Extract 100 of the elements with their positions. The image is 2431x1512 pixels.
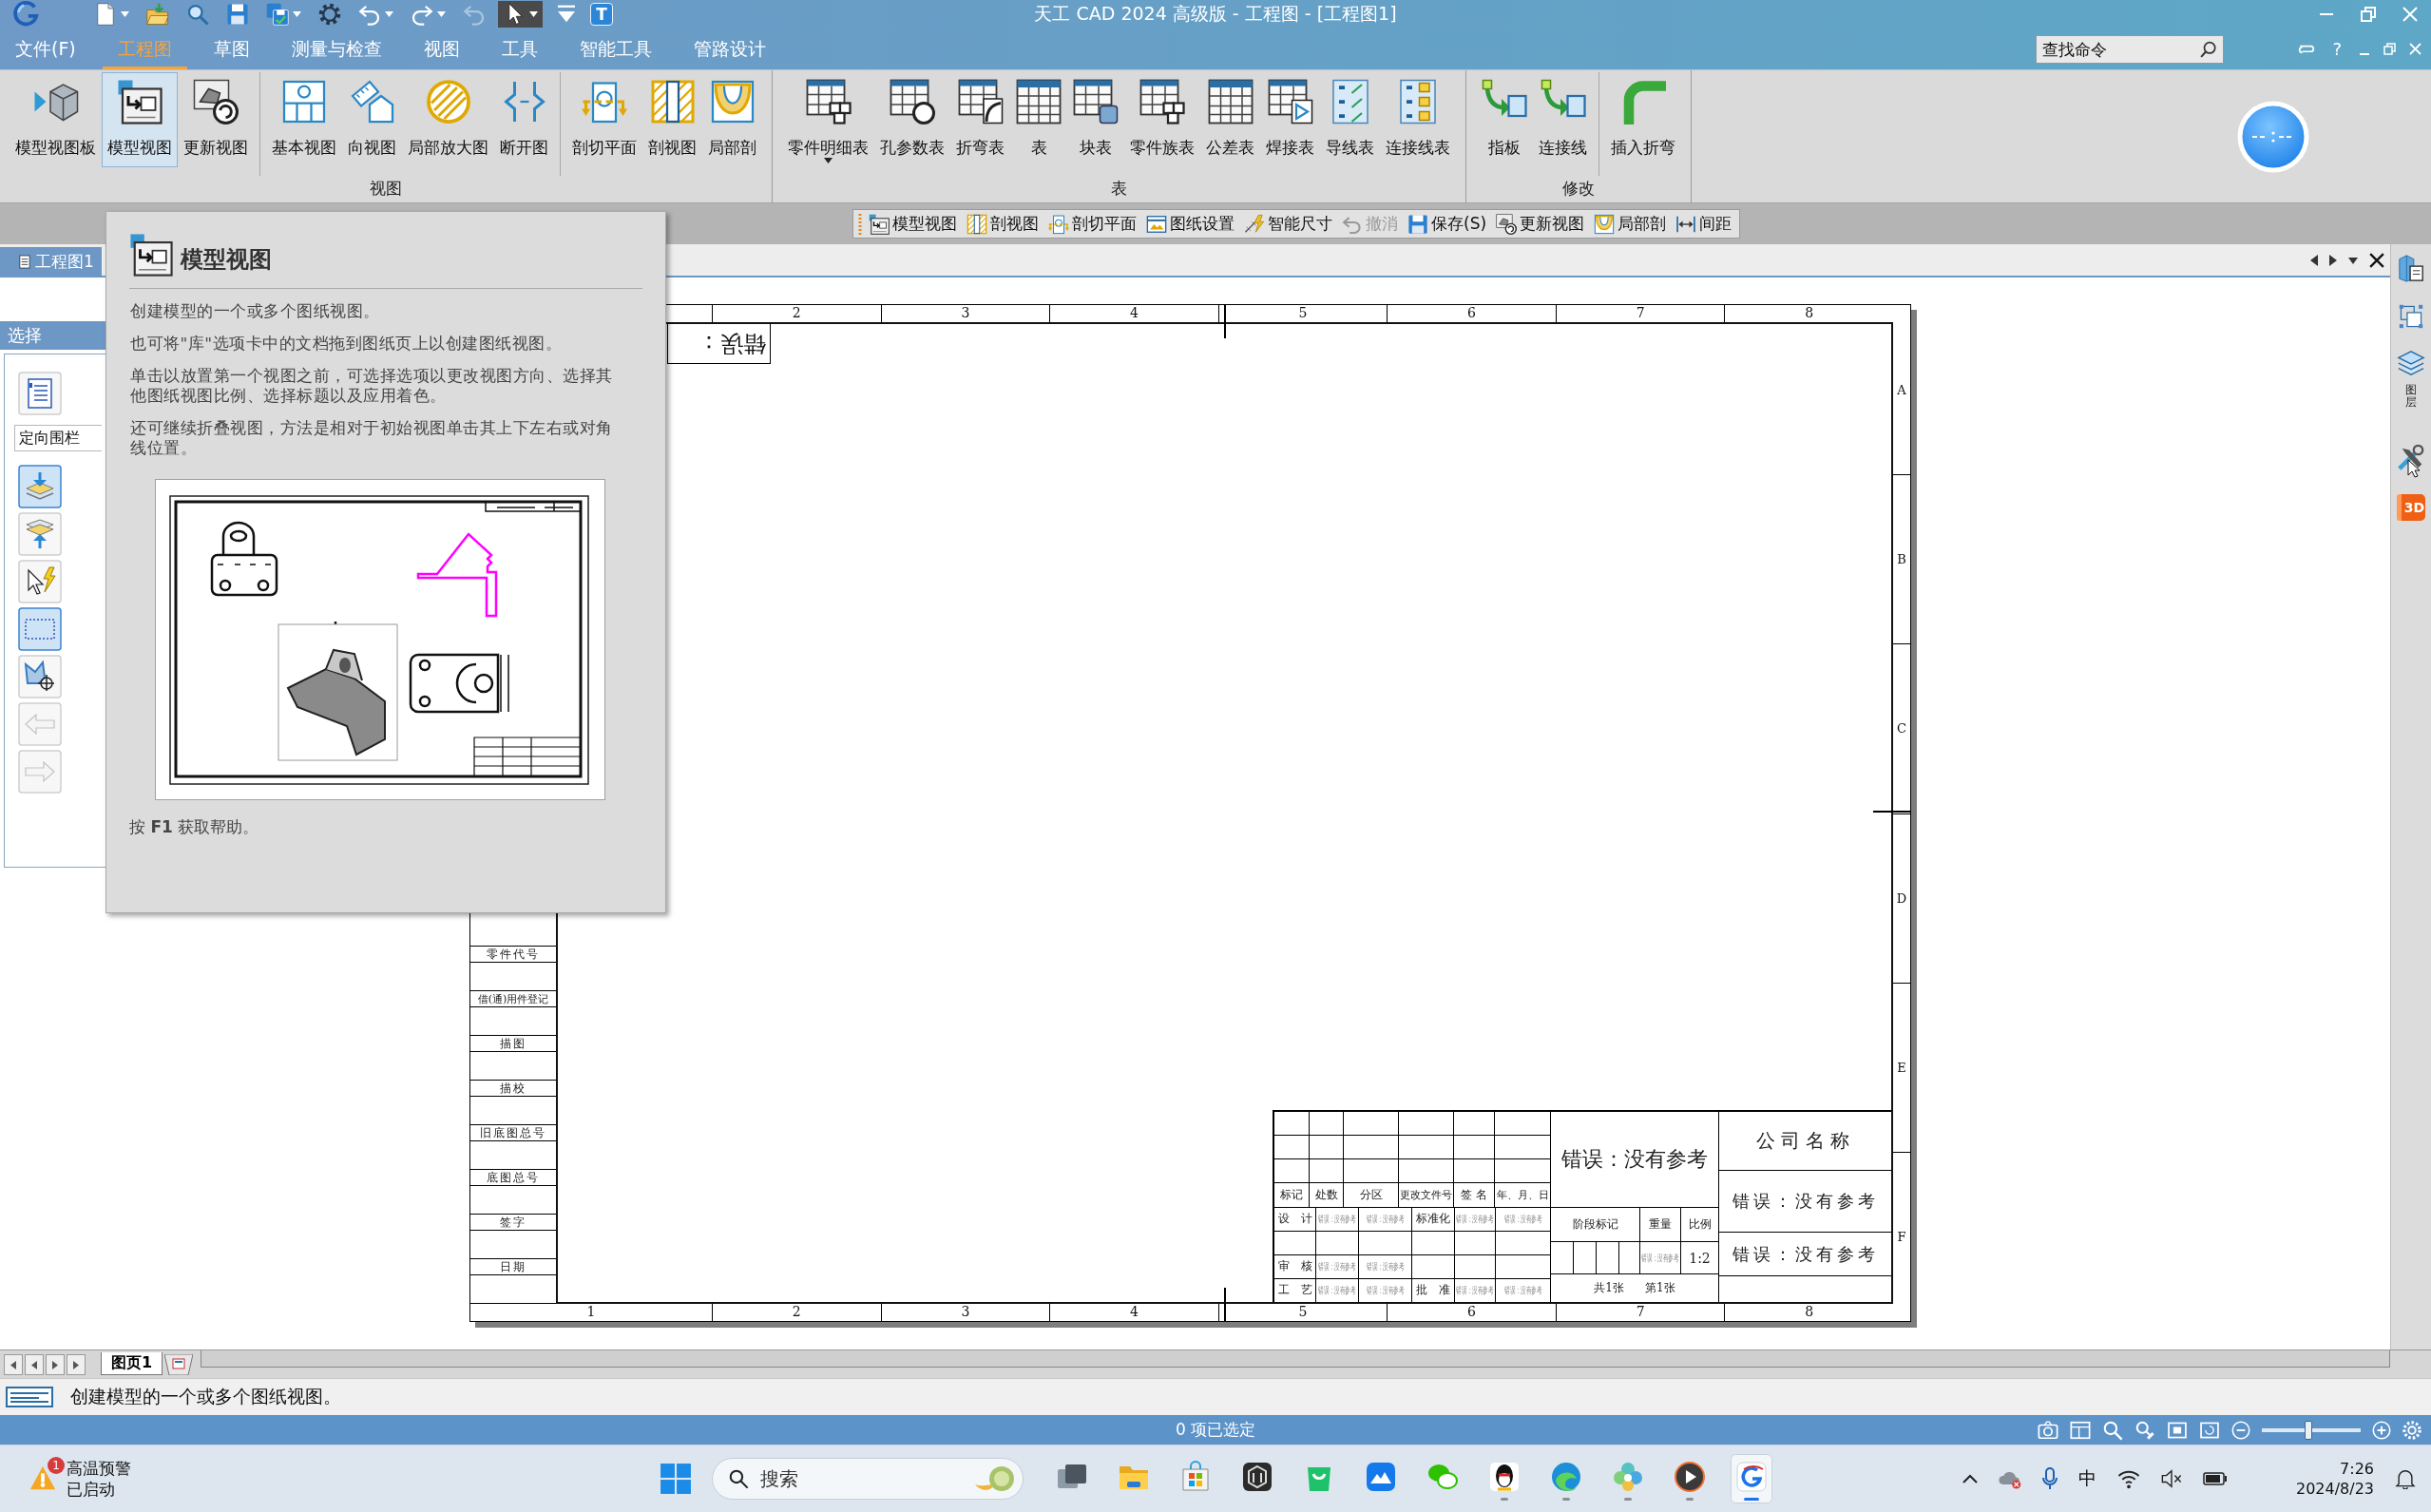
horizontal-scrollbar[interactable] bbox=[201, 1350, 2390, 1368]
navigation-disc-icon[interactable] bbox=[2237, 100, 2309, 173]
melon-icon bbox=[972, 1464, 1015, 1494]
command-button[interactable]: 局部剖 bbox=[1590, 210, 1671, 238]
slider-thumb[interactable] bbox=[2304, 1420, 2312, 1440]
list-page-icon[interactable] bbox=[18, 372, 62, 415]
scale-value: 1:2 bbox=[1689, 1250, 1711, 1266]
windows-logo-icon[interactable] bbox=[659, 1463, 692, 1495]
zone-number: 4 bbox=[1129, 305, 1139, 320]
selection-frame-icon[interactable] bbox=[2399, 304, 2423, 329]
layers-up-icon[interactable] bbox=[18, 512, 62, 556]
clock-time[interactable]: 7:26 bbox=[2340, 1459, 2374, 1479]
camera-icon[interactable] bbox=[2038, 1419, 2058, 1441]
new-sheet-icon[interactable] bbox=[164, 1354, 194, 1375]
sheet-setup-icon bbox=[1146, 213, 1167, 235]
restore-icon[interactable] bbox=[2361, 7, 2376, 22]
title-block-label: 批 准 bbox=[1416, 1282, 1450, 1299]
title-block-cell bbox=[1310, 1136, 1343, 1159]
ribbon-button[interactable]: 零件族表 bbox=[1124, 72, 1200, 167]
caret-icon[interactable] bbox=[2348, 257, 2358, 264]
sheet-view-icon[interactable] bbox=[2070, 1419, 2091, 1441]
ribbon-button[interactable]: 插入折弯 bbox=[1605, 72, 1681, 167]
ribbon-button[interactable]: 折弯表 bbox=[950, 72, 1010, 167]
fence-mode-field[interactable]: 定向围栏 bbox=[14, 425, 102, 451]
page-nav-button[interactable] bbox=[4, 1354, 23, 1375]
ribbon-button[interactable]: 指板 bbox=[1476, 72, 1533, 167]
swirl-logo-icon[interactable] bbox=[1730, 1454, 1772, 1503]
title-block-label: 设 计 bbox=[1277, 1211, 1312, 1228]
restore-icon[interactable] bbox=[2383, 43, 2396, 55]
ribbon-button[interactable]: 焊接表 bbox=[1260, 72, 1320, 167]
ribbon-button[interactable]: 公差表 bbox=[1200, 72, 1260, 167]
view-layout-icon bbox=[281, 79, 327, 124]
command-search-field[interactable]: 查找命令 bbox=[2036, 34, 2225, 64]
ribbon-button[interactable]: 局部剖 bbox=[702, 72, 762, 167]
binding-label: 底图总号 bbox=[487, 1169, 540, 1186]
table-square-icon bbox=[1073, 79, 1119, 124]
selection-count: 0 项已选定 bbox=[1175, 1419, 1256, 1441]
battery-icon[interactable] bbox=[2202, 1472, 2228, 1485]
sheet-tab[interactable]: 图页1 bbox=[101, 1352, 163, 1375]
search-icon[interactable] bbox=[2200, 40, 2218, 58]
speaker-muted-icon[interactable] bbox=[2160, 1468, 2182, 1489]
ribbon-button[interactable]: 导线表 bbox=[1320, 72, 1380, 167]
ribbon-button[interactable]: 块表 bbox=[1067, 72, 1124, 167]
chevron-up-icon[interactable] bbox=[1962, 1474, 1978, 1483]
triangle-left-icon[interactable] bbox=[2310, 255, 2318, 266]
command-button[interactable]: 图纸设置 bbox=[1142, 210, 1238, 238]
page-nav-button[interactable] bbox=[46, 1354, 65, 1375]
binding-label: 描图 bbox=[500, 1035, 526, 1052]
weather-title[interactable]: 高温预警 bbox=[67, 1458, 131, 1479]
ribbon-button[interactable]: 剖切平面 bbox=[566, 72, 642, 167]
ribbon-button[interactable]: 基本视图 bbox=[266, 72, 342, 167]
ribbon-button[interactable]: 表 bbox=[1010, 72, 1067, 167]
microphone-icon[interactable] bbox=[2041, 1467, 2058, 1490]
caret-icon[interactable] bbox=[529, 11, 538, 17]
command-button[interactable]: 模型视图 bbox=[865, 210, 961, 238]
zoom-in-icon[interactable] bbox=[2372, 1420, 2391, 1440]
title-block-value: 错误：没有参考 bbox=[1318, 1283, 1356, 1297]
ribbon-button[interactable]: 断开图 bbox=[494, 72, 554, 167]
angled-view-icon bbox=[349, 79, 395, 124]
zoom-out-icon[interactable] bbox=[2231, 1420, 2250, 1440]
ribbon-button[interactable]: 更新视图 bbox=[178, 72, 254, 167]
clock-date[interactable]: 2024/8/23 bbox=[2295, 1479, 2374, 1499]
app-badge[interactable]: T bbox=[590, 3, 613, 26]
ribbon-button[interactable]: 模型视图 bbox=[102, 72, 178, 167]
input-method-indicator[interactable]: 中 bbox=[2077, 1466, 2096, 1491]
title-block-label: 重量 bbox=[1649, 1216, 1672, 1233]
ribbon-button[interactable]: 局部放大图 bbox=[402, 72, 494, 167]
ribbon-button[interactable]: 剖视图 bbox=[642, 72, 702, 167]
command-button[interactable]: 更新视图 bbox=[1492, 210, 1589, 238]
quick-access-button[interactable] bbox=[498, 1, 543, 28]
command-button[interactable]: 保存(S) bbox=[1404, 210, 1491, 238]
page-nav-button[interactable] bbox=[25, 1354, 44, 1375]
tooltip-text: 也可将"库"选项卡中的文档拖到图纸页上以创建图纸视图。 bbox=[129, 334, 564, 354]
dotted-rectangle-icon[interactable] bbox=[18, 607, 62, 651]
close-icon[interactable] bbox=[2369, 253, 2384, 268]
page-nav-button[interactable] bbox=[67, 1354, 86, 1375]
magnifier-icon[interactable] bbox=[2102, 1419, 2123, 1441]
layers-down-icon[interactable] bbox=[18, 465, 62, 508]
ribbon-button[interactable]: 零件明细表 bbox=[782, 72, 874, 167]
settings-icon[interactable] bbox=[2402, 1420, 2421, 1440]
ribbon-button[interactable]: 连接线 bbox=[1533, 72, 1593, 167]
ribbon-button[interactable]: 向视图 bbox=[342, 72, 402, 167]
layers-icon[interactable] bbox=[2397, 350, 2425, 378]
pointer-lightning-icon[interactable] bbox=[18, 560, 62, 603]
command-button[interactable]: 剖视图 bbox=[963, 210, 1043, 238]
shape-crosshair-icon[interactable] bbox=[18, 655, 62, 699]
command-button[interactable]: 剖切平面 bbox=[1044, 210, 1140, 238]
stacked-books-icon[interactable] bbox=[2397, 254, 2425, 282]
ribbon-button[interactable]: 连接线表 bbox=[1380, 72, 1456, 167]
tools-icon[interactable] bbox=[2397, 443, 2425, 472]
magnifier-pen-icon[interactable] bbox=[2134, 1419, 2155, 1441]
ribbon-button[interactable]: 模型视图板 bbox=[10, 72, 102, 167]
zone-letter: D bbox=[1896, 890, 1907, 906]
taskbar-search-field[interactable]: 搜索 bbox=[711, 1458, 1024, 1500]
bell-icon[interactable] bbox=[2395, 1468, 2416, 1489]
command-button[interactable]: 间距 bbox=[1672, 210, 1736, 238]
caret-icon[interactable] bbox=[824, 158, 833, 163]
triangle-right-icon[interactable] bbox=[2329, 255, 2337, 266]
ribbon-button[interactable]: 孔参数表 bbox=[874, 72, 950, 167]
command-button[interactable]: 智能尺寸 bbox=[1240, 210, 1336, 238]
